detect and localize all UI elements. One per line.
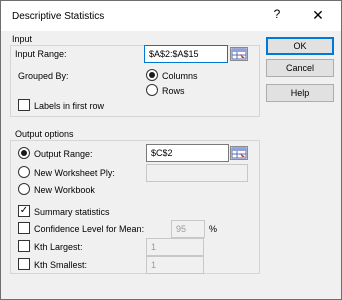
- new-workbook-label[interactable]: New Workbook: [34, 185, 95, 195]
- columns-radio[interactable]: [146, 69, 158, 81]
- input-range-field[interactable]: $A$2:$A$15: [144, 45, 228, 63]
- dialog-title: Descriptive Statistics: [12, 11, 105, 22]
- kth-smallest-field[interactable]: 1: [146, 256, 204, 274]
- descriptive-statistics-dialog: Descriptive Statistics ? ✕ Input Input R…: [0, 0, 342, 300]
- confidence-level-field[interactable]: 95: [171, 220, 205, 238]
- new-worksheet-ply-label[interactable]: New Worksheet Ply:: [34, 168, 115, 178]
- new-worksheet-ply-field[interactable]: [146, 164, 248, 182]
- grouped-by-label: Grouped By:: [18, 71, 69, 81]
- new-worksheet-ply-radio[interactable]: [18, 166, 30, 178]
- rows-radio-label[interactable]: Rows: [162, 86, 185, 96]
- labels-first-row-label[interactable]: Labels in first row: [34, 101, 104, 111]
- output-range-label[interactable]: Output Range:: [34, 149, 93, 159]
- range-selector-icon[interactable]: [230, 47, 248, 61]
- summary-statistics-checkbox[interactable]: ✓: [18, 205, 30, 217]
- kth-largest-label[interactable]: Kth Largest:: [34, 242, 83, 252]
- confidence-level-label[interactable]: Confidence Level for Mean:: [34, 224, 144, 234]
- output-range-field[interactable]: $C$2: [146, 144, 229, 162]
- cancel-button[interactable]: Cancel: [266, 59, 334, 77]
- confidence-level-checkbox[interactable]: [18, 222, 30, 234]
- output-range-radio[interactable]: [18, 147, 30, 159]
- ok-button[interactable]: OK: [266, 37, 334, 55]
- summary-statistics-label[interactable]: Summary statistics: [34, 207, 110, 217]
- columns-radio-label[interactable]: Columns: [162, 71, 198, 81]
- help-button[interactable]: Help: [266, 84, 334, 102]
- percent-unit-label: %: [209, 224, 218, 234]
- output-section-title: Output options: [15, 129, 74, 139]
- help-icon[interactable]: ?: [267, 7, 287, 25]
- kth-largest-checkbox[interactable]: [18, 240, 30, 252]
- labels-first-row-checkbox[interactable]: [18, 99, 30, 111]
- kth-smallest-label[interactable]: Kth Smallest:: [34, 260, 87, 270]
- kth-largest-field[interactable]: 1: [146, 238, 204, 256]
- input-range-label: Input Range:: [15, 49, 67, 59]
- checkmark-icon: ✓: [19, 205, 29, 216]
- kth-smallest-checkbox[interactable]: [18, 258, 30, 270]
- rows-radio[interactable]: [146, 84, 158, 96]
- title-bar: Descriptive Statistics ? ✕: [1, 1, 341, 31]
- new-workbook-radio[interactable]: [18, 183, 30, 195]
- range-selector-icon[interactable]: [230, 146, 248, 160]
- close-icon[interactable]: ✕: [301, 4, 335, 26]
- input-section-title: Input: [12, 34, 33, 44]
